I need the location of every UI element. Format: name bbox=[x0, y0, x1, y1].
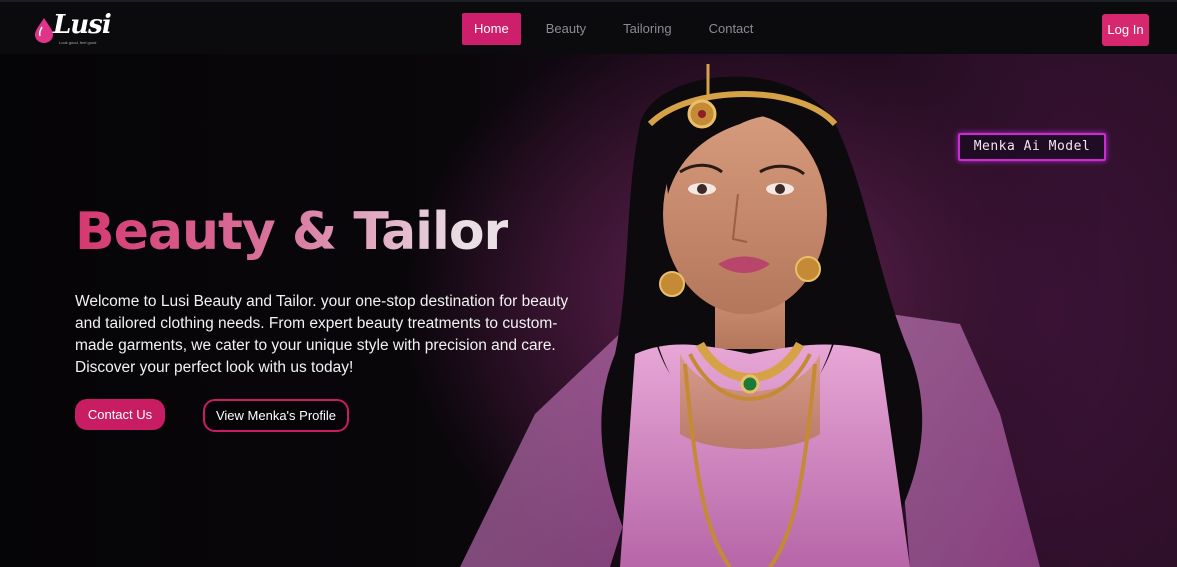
logo-tagline: Look good, feel good bbox=[59, 40, 97, 45]
brand-logo[interactable]: Lusi Look good, feel good bbox=[33, 10, 123, 47]
nav-item-home[interactable]: Home bbox=[462, 13, 521, 45]
nav-menu: Home Beauty Tailoring Contact bbox=[462, 13, 778, 45]
view-profile-button[interactable]: View Menka's Profile bbox=[203, 399, 349, 432]
top-navbar: Lusi Look good, feel good Home Beauty Ta… bbox=[0, 0, 1177, 54]
logo-drop-icon bbox=[35, 18, 53, 43]
nav-item-tailoring[interactable]: Tailoring bbox=[611, 13, 683, 45]
model-badge: Menka Ai Model bbox=[958, 133, 1106, 161]
hero-title: Beauty & Tailor bbox=[75, 202, 509, 262]
nav-item-beauty[interactable]: Beauty bbox=[534, 13, 598, 45]
login-button[interactable]: Log In bbox=[1102, 14, 1149, 46]
hero-section: Menka Ai Model Beauty & Tailor Welcome t… bbox=[0, 54, 1177, 567]
logo-wordmark: Lusi bbox=[53, 10, 112, 40]
model-badge-label: Menka Ai Model bbox=[973, 139, 1091, 154]
hero-description: Welcome to Lusi Beauty and Tailor. your … bbox=[75, 293, 569, 376]
nav-item-contact[interactable]: Contact bbox=[697, 13, 766, 45]
contact-us-button[interactable]: Contact Us bbox=[75, 399, 165, 430]
